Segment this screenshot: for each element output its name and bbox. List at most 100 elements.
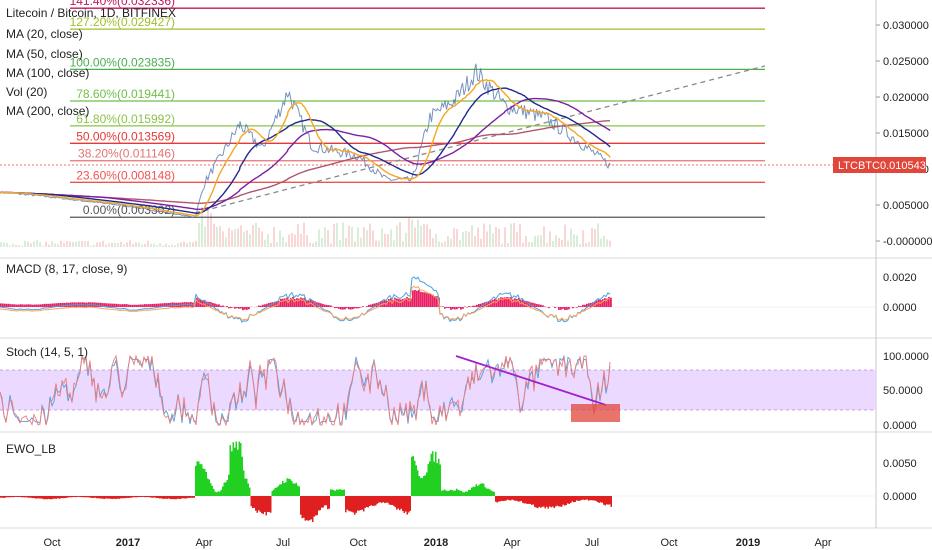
- ewo-bar: [291, 480, 293, 496]
- ewo-bar: [363, 496, 365, 512]
- ewo-bar: [172, 496, 174, 500]
- stoch-highlight-box[interactable]: [571, 404, 620, 422]
- volume-bar: [477, 227, 479, 247]
- ewo-bar: [544, 496, 546, 509]
- ewo-bar: [124, 496, 126, 499]
- fib-label: 61.80%(0.015992): [76, 112, 175, 126]
- fib-label: 23.60%(0.008148): [76, 168, 175, 182]
- volume-bar: [96, 242, 98, 247]
- ewo-bar: [121, 496, 123, 499]
- price-tick-label: 0.015000: [883, 128, 929, 140]
- volume-bar: [354, 241, 356, 247]
- ewo-bar: [163, 496, 165, 499]
- volume-bar: [528, 242, 530, 247]
- macd-hist-bar: [110, 303, 112, 307]
- volume-bar: [144, 243, 146, 247]
- volume-bar: [300, 233, 302, 247]
- ewo-bar: [474, 486, 476, 496]
- ewo-bar: [582, 496, 584, 500]
- macd-hist-bar: [154, 303, 156, 307]
- volume-bar: [276, 242, 278, 247]
- ewo-bar: [37, 496, 39, 499]
- ewo-bar: [556, 496, 558, 506]
- macd-label: MACD (8, 17, close, 9): [6, 262, 127, 276]
- macd-hist-bar: [108, 303, 110, 307]
- macd-hist-bar: [408, 298, 410, 307]
- ewo-bar: [577, 496, 579, 501]
- ewo-bar: [576, 496, 578, 501]
- macd-hist-bar: [36, 304, 38, 307]
- volume-bar: [423, 223, 425, 247]
- ewo-bar: [403, 496, 405, 514]
- ewo-bar: [378, 496, 380, 503]
- ewo-bar: [130, 496, 132, 498]
- macd-hist-bar: [428, 293, 430, 307]
- ewo-bar: [111, 496, 113, 499]
- ewo-bar: [283, 482, 285, 496]
- volume-bar: [594, 229, 596, 247]
- volume-bar: [258, 227, 260, 247]
- ewo-bar: [370, 496, 372, 506]
- volume-bar: [489, 224, 491, 247]
- volume-bar: [54, 243, 56, 247]
- volume-bar: [345, 237, 347, 247]
- ewo-bar: [358, 496, 360, 511]
- ewo-bar: [448, 490, 450, 496]
- volume-bar: [237, 228, 239, 247]
- ewo-bar: [454, 490, 456, 496]
- ewo-bar: [319, 496, 321, 511]
- ewo-bar: [127, 496, 129, 499]
- ewo-bar: [48, 496, 50, 499]
- macd-hist-bar: [454, 307, 456, 310]
- ewo-bar: [201, 464, 203, 496]
- ewo-bar: [471, 487, 473, 496]
- ewo-label: EWO_LB: [6, 442, 56, 456]
- ewo-bar: [100, 496, 102, 499]
- ewo-bar: [385, 496, 387, 503]
- ewo-bar: [585, 496, 587, 500]
- ewo-bar: [247, 483, 249, 496]
- ewo-bar: [561, 496, 563, 507]
- ewo-bar: [3, 496, 5, 498]
- macd-hist-bar: [16, 304, 18, 307]
- macd-hist-bar: [542, 305, 544, 307]
- volume-bar: [507, 243, 509, 247]
- trading-chart[interactable]: 141.40%(0.032336)127.20%(0.029427)100.00…: [0, 0, 932, 550]
- volume-bar: [243, 231, 245, 247]
- ewo-bar: [27, 496, 29, 498]
- ewo-bar: [459, 490, 461, 496]
- ewo-bar: [72, 496, 74, 498]
- ewo-bar: [258, 496, 260, 511]
- ewo-bar: [495, 496, 497, 502]
- ewo-bar: [597, 496, 599, 503]
- volume-bar: [285, 242, 287, 247]
- macd-hist-bar: [420, 291, 422, 307]
- ewo-bar: [160, 496, 162, 499]
- volume-bar: [465, 230, 467, 247]
- macd-hist-bar: [280, 298, 282, 307]
- volume-bar: [312, 243, 314, 247]
- volume-bar: [432, 237, 434, 247]
- ewo-bar: [52, 496, 54, 499]
- macd-hist-bar: [230, 307, 232, 309]
- ewo-bar: [394, 496, 396, 508]
- volume-bar: [306, 235, 308, 247]
- ewo-bar: [516, 496, 518, 501]
- ewo-bar: [126, 496, 128, 498]
- macd-hist-bar: [10, 304, 12, 307]
- ewo-bar: [15, 496, 17, 497]
- ewo-bar: [252, 496, 254, 509]
- volume-bar: [336, 223, 338, 247]
- ewo-bar: [355, 496, 357, 513]
- volume-bar: [384, 233, 386, 247]
- ewo-bar: [210, 483, 212, 496]
- ewo-bar: [256, 496, 258, 513]
- volume-bar: [183, 241, 185, 247]
- macd-hist-bar: [122, 304, 124, 307]
- ewo-bar: [477, 486, 479, 496]
- ewo-bar: [312, 496, 314, 522]
- ewo-bar: [304, 496, 306, 521]
- ewo-bar: [430, 453, 432, 496]
- macd-hist-bar: [32, 304, 34, 307]
- macd-hist-bar: [42, 304, 44, 307]
